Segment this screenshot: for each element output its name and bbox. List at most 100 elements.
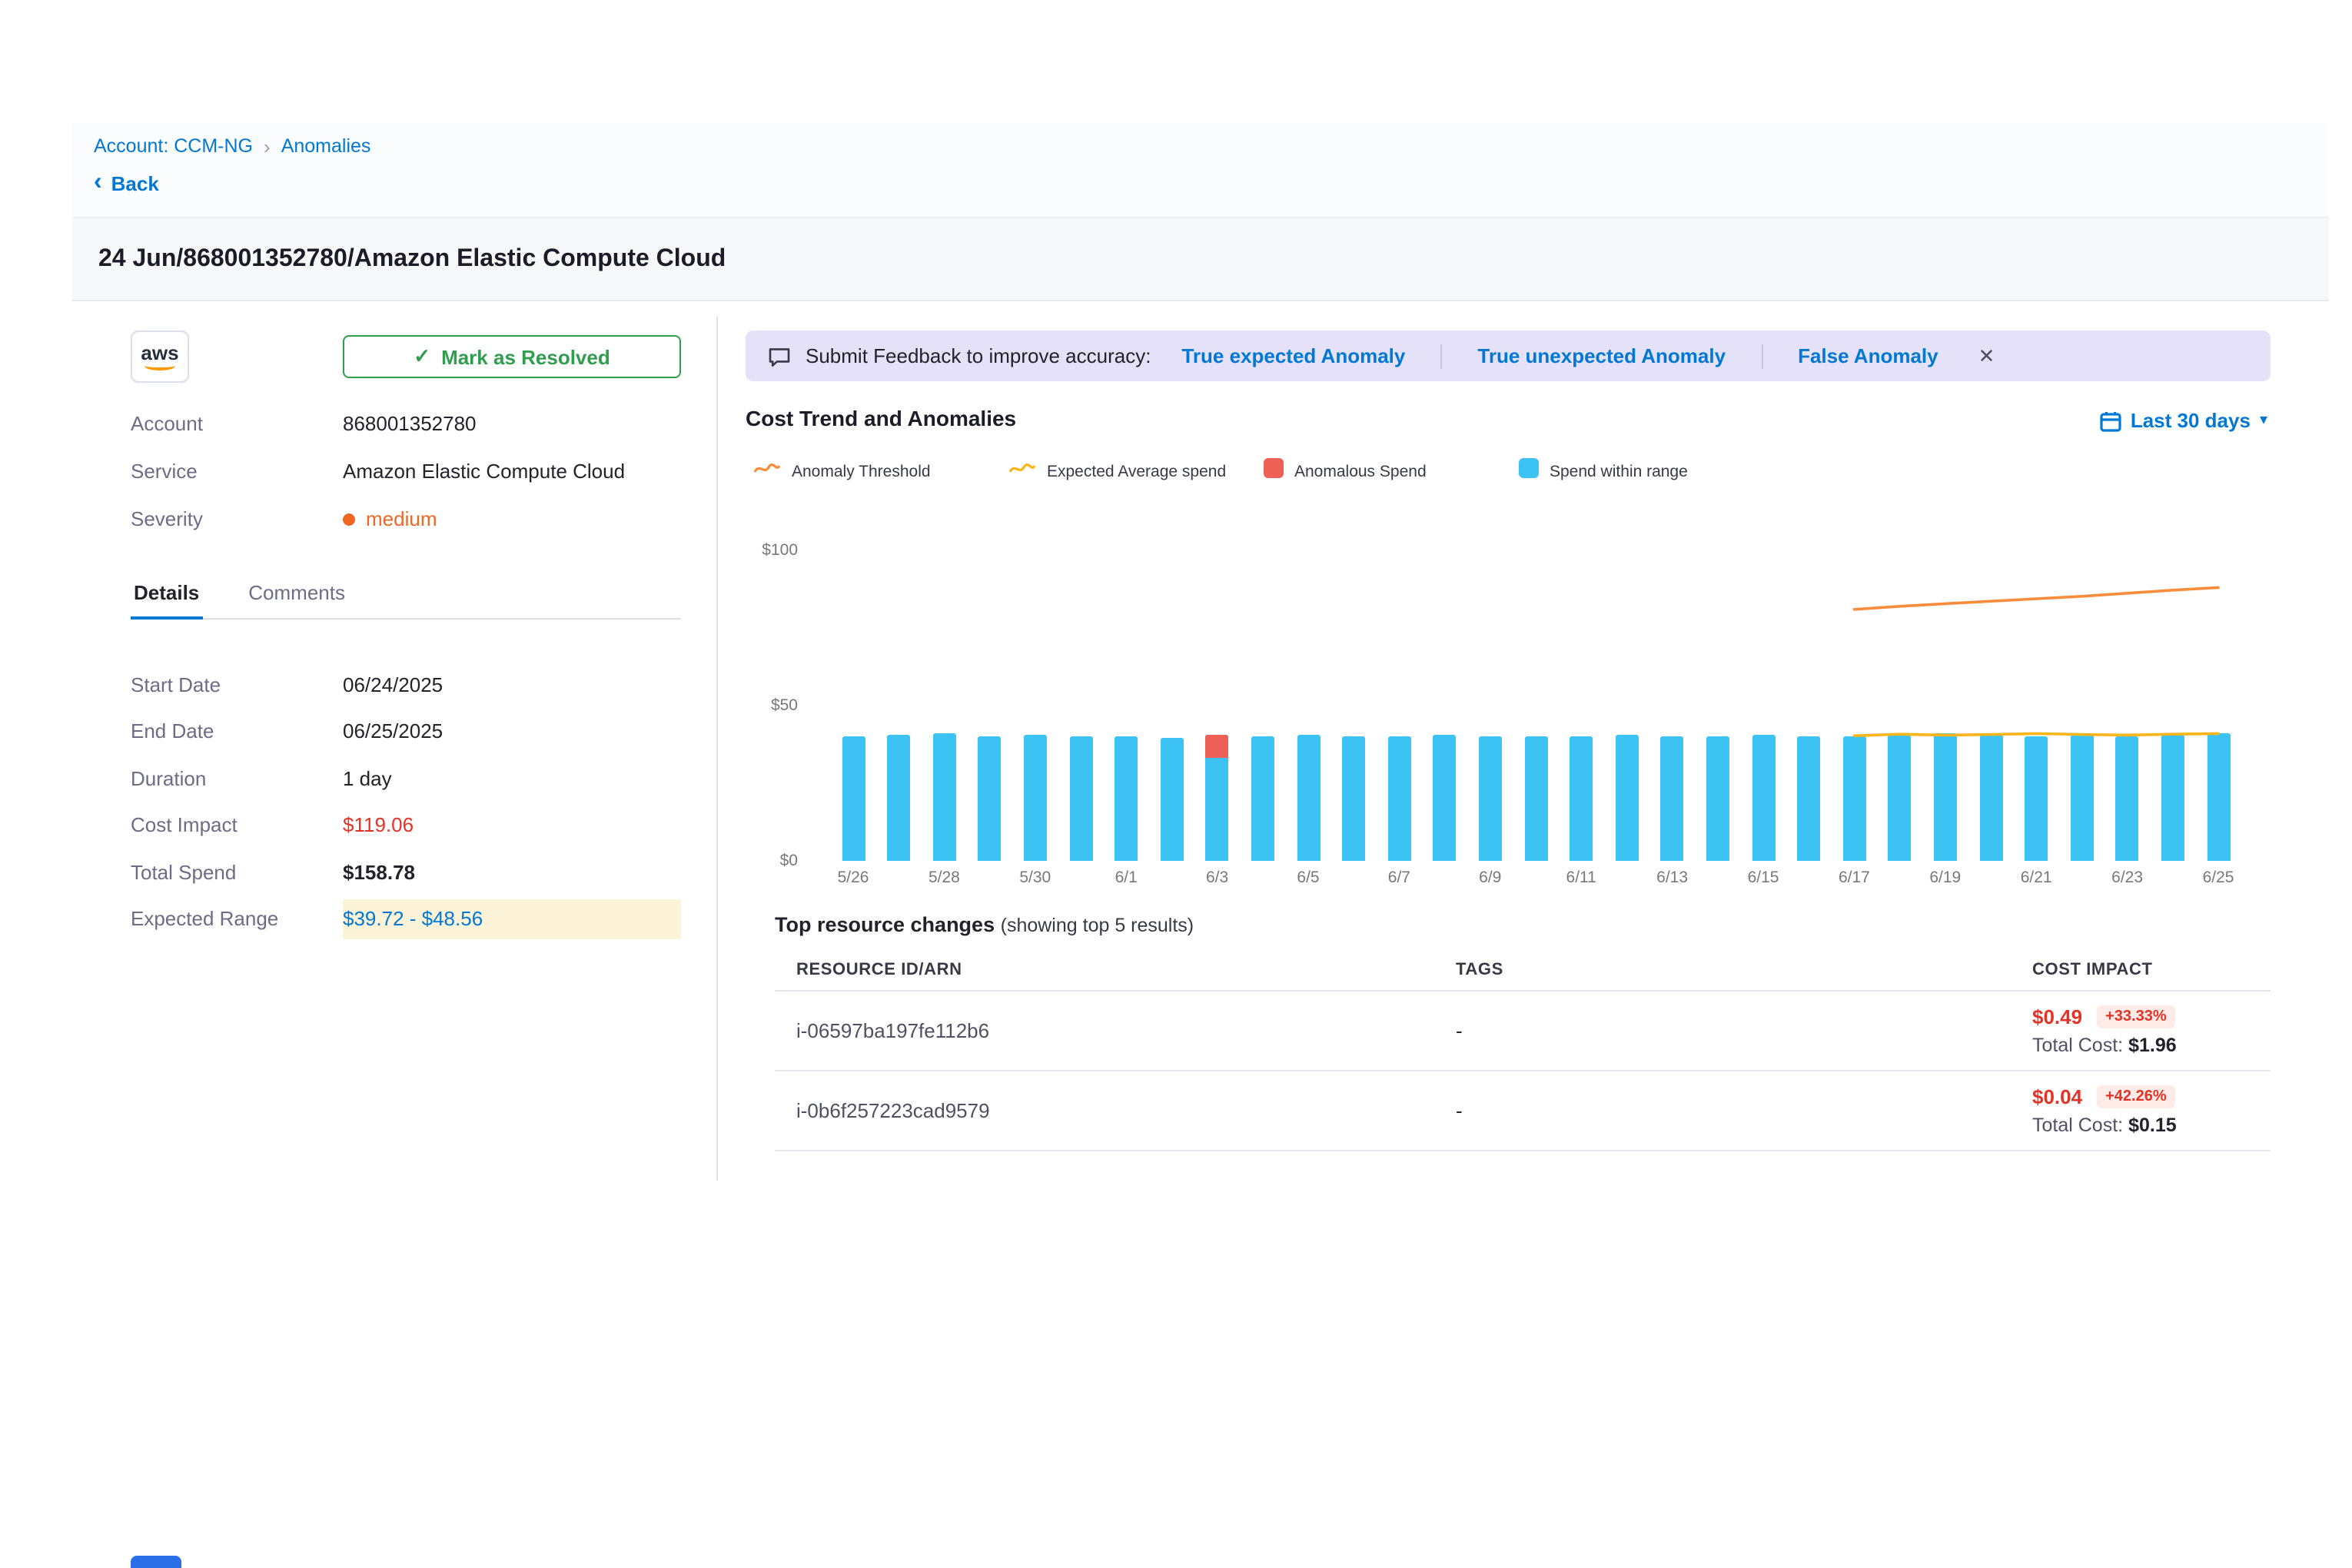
chart-bar[interactable] bbox=[1251, 736, 1274, 861]
total-cost: Total Cost: $1.96 bbox=[2032, 1035, 2271, 1056]
legend-item[interactable]: Anomaly Threshold bbox=[753, 458, 1008, 486]
help-widget[interactable] bbox=[131, 1556, 181, 1568]
anomaly-detail-panel: Submit Feedback to improve accuracy: Tru… bbox=[746, 323, 2271, 1214]
chart-bar[interactable] bbox=[932, 733, 955, 861]
back-button[interactable]: ‹ Back bbox=[94, 171, 201, 195]
chart-bar[interactable] bbox=[2207, 733, 2230, 861]
breadcrumb: Account: CCM-NG › Anomalies bbox=[94, 135, 2329, 157]
column-header: COST IMPACT bbox=[2032, 961, 2271, 979]
chart-bar[interactable] bbox=[1842, 736, 1865, 861]
chart-bar[interactable] bbox=[2116, 736, 2139, 861]
resource-cost-impact: $0.04+42.26% Total Cost: $0.15 bbox=[2032, 1085, 2271, 1136]
total-cost: Total Cost: $0.15 bbox=[2032, 1115, 2271, 1136]
chart-bar[interactable] bbox=[1661, 736, 1684, 861]
detail-label: Duration bbox=[131, 767, 343, 790]
page-title: 24 Jun/868001352780/Amazon Elastic Compu… bbox=[98, 245, 726, 273]
tab-comments[interactable]: Comments bbox=[245, 569, 348, 618]
x-axis-label: 5/30 bbox=[1019, 869, 1051, 887]
chart-bar[interactable] bbox=[1342, 736, 1365, 861]
chart-bar[interactable] bbox=[1570, 736, 1593, 861]
chart-bar[interactable] bbox=[1524, 736, 1547, 861]
resolve-button-label: Mark as Resolved bbox=[441, 345, 610, 368]
feedback-option[interactable]: True unexpected Anomaly bbox=[1477, 344, 1726, 367]
resource-id[interactable]: i-06597ba197fe112b6 bbox=[775, 1019, 1456, 1042]
detail-value: 1 day bbox=[343, 767, 392, 790]
x-axis-label: 6/13 bbox=[1656, 869, 1688, 887]
chart-bar[interactable] bbox=[1433, 735, 1457, 861]
chart-bar[interactable] bbox=[1387, 736, 1410, 861]
chart-bar[interactable] bbox=[2161, 735, 2184, 861]
chart-bar[interactable] bbox=[1024, 735, 1047, 861]
chart-legend: Anomaly ThresholdExpected Average spend A… bbox=[753, 458, 1774, 486]
resource-cost-impact: $0.49+33.33%Total Cost: $1.96 bbox=[2032, 1005, 2271, 1056]
chart-bar[interactable] bbox=[1297, 735, 1320, 861]
detail-row: Expected Range$39.72 - $48.56 bbox=[131, 895, 681, 942]
legend-swatch-icon bbox=[1264, 458, 1284, 486]
impact-value: $0.49 bbox=[2032, 1005, 2082, 1028]
date-range-selector[interactable]: Last 30 days ▾ bbox=[2100, 409, 2267, 432]
feedback-option[interactable]: False Anomaly bbox=[1798, 344, 1938, 367]
y-axis-label: $50 bbox=[771, 696, 798, 715]
impact-value: $0.04 bbox=[2032, 1085, 2082, 1108]
detail-label: Start Date bbox=[131, 673, 343, 696]
breadcrumb-anomalies-link[interactable]: Anomalies bbox=[281, 135, 371, 157]
legend-item[interactable]: Anomalous Spend bbox=[1264, 458, 1519, 486]
close-icon[interactable]: ✕ bbox=[1978, 346, 1995, 366]
mark-as-resolved-button[interactable]: ✓ Mark as Resolved bbox=[343, 335, 681, 378]
chart-bar[interactable] bbox=[2070, 735, 2093, 861]
chevron-right-icon: › bbox=[264, 136, 271, 156]
chart-bar[interactable] bbox=[1889, 735, 1912, 861]
anomaly-summary-panel: aws ✓ Mark as Resolved Account8680013527… bbox=[131, 323, 681, 1184]
total-cost-label: Total Cost: bbox=[2032, 1035, 2128, 1056]
summary-label: Account bbox=[131, 412, 343, 435]
chart-bar[interactable] bbox=[1797, 736, 1820, 861]
detail-row: Cost Impact$119.06 bbox=[131, 802, 681, 849]
breadcrumb-account-link[interactable]: Account: CCM-NG bbox=[94, 135, 253, 157]
back-label: Back bbox=[111, 171, 159, 194]
chart-bar[interactable] bbox=[1706, 736, 1729, 861]
detail-rows: Start Date06/24/2025End Date06/25/2025Du… bbox=[131, 661, 681, 942]
x-axis-label: 6/25 bbox=[2203, 869, 2234, 887]
chart-bar[interactable] bbox=[842, 736, 865, 861]
detail-label: Total Spend bbox=[131, 861, 343, 884]
legend-label: Spend within range bbox=[1550, 463, 1688, 481]
impact-line: $0.04+42.26% bbox=[2032, 1085, 2271, 1108]
x-axis-label: 6/11 bbox=[1566, 869, 1596, 887]
resource-id[interactable]: i-0b6f257223cad9579 bbox=[775, 1099, 1456, 1122]
summary-label: Service bbox=[131, 460, 343, 483]
feedback-option[interactable]: True expected Anomaly bbox=[1181, 344, 1405, 367]
legend-item[interactable]: Spend within range bbox=[1519, 458, 1774, 486]
app-root: Account: CCM-NG › Anomalies ‹ Back 24 Ju… bbox=[0, 0, 2352, 1568]
caret-down-icon: ▾ bbox=[2260, 413, 2267, 428]
tab-details[interactable]: Details bbox=[131, 569, 202, 620]
chart-bar[interactable] bbox=[1934, 733, 1957, 861]
legend-label: Anomalous Spend bbox=[1294, 463, 1427, 481]
chart-bar[interactable] bbox=[978, 736, 1002, 861]
chart-bar[interactable] bbox=[1615, 735, 1638, 861]
detail-row: Start Date06/24/2025 bbox=[131, 661, 681, 708]
check-icon: ✓ bbox=[414, 344, 430, 369]
detail-row: Duration1 day bbox=[131, 755, 681, 802]
severity-dot-icon bbox=[343, 513, 355, 525]
chart-bar[interactable] bbox=[1115, 736, 1138, 861]
summary-row: Severitymedium bbox=[131, 495, 681, 543]
detail-row: End Date06/25/2025 bbox=[131, 708, 681, 755]
chart-bar[interactable] bbox=[2025, 736, 2048, 861]
chart-bar[interactable] bbox=[1069, 736, 1092, 861]
total-cost-label: Total Cost: bbox=[2032, 1115, 2128, 1136]
summary-label: Severity bbox=[131, 507, 343, 530]
chart-bar[interactable] bbox=[1479, 736, 1502, 861]
tabs: Details Comments bbox=[131, 569, 681, 620]
chart-bar[interactable] bbox=[887, 735, 910, 861]
aws-logo-text: aws bbox=[141, 343, 178, 363]
legend-item[interactable]: Expected Average spend bbox=[1008, 458, 1264, 486]
detail-value: 06/24/2025 bbox=[343, 673, 443, 696]
chart-bar[interactable] bbox=[1979, 735, 2002, 861]
chart-bar[interactable] bbox=[1206, 735, 1229, 861]
feedback-divider bbox=[1440, 344, 1442, 368]
summary-row: Account868001352780 bbox=[131, 400, 681, 447]
x-axis-label: 6/5 bbox=[1297, 869, 1319, 887]
chart-bar[interactable] bbox=[1752, 735, 1775, 861]
chart-bar[interactable] bbox=[1160, 738, 1183, 861]
calendar-icon bbox=[2100, 410, 2121, 431]
